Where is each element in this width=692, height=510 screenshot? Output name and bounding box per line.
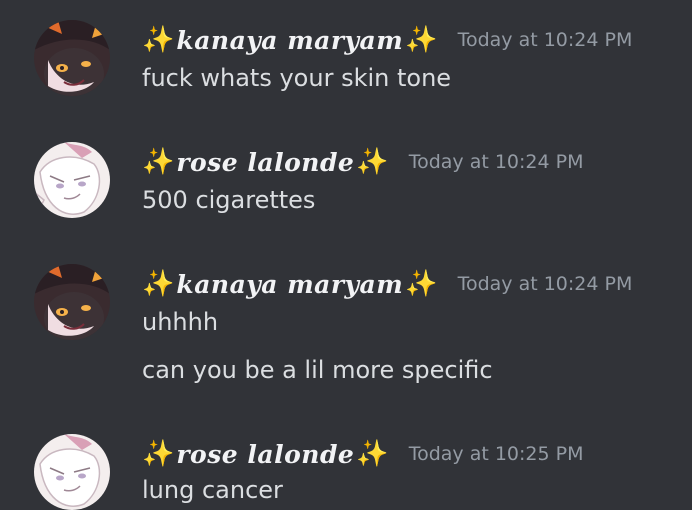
sparkles-icon: ✨ (142, 25, 175, 55)
username[interactable]: kanaya maryam (176, 26, 403, 55)
timestamp[interactable]: Today at 10:25 PM (409, 443, 584, 465)
sparkles-icon: ✨ (142, 147, 175, 177)
username[interactable]: kanaya maryam (176, 270, 403, 299)
sparkles-icon: ✨ (405, 269, 438, 299)
timestamp[interactable]: Today at 10:24 PM (458, 29, 633, 51)
message-header: ✨ rose lalonde ✨ Today at 10:25 PM (142, 437, 584, 471)
username[interactable]: rose lalonde (176, 440, 354, 469)
message-content: fuck whats your skin tone (142, 64, 452, 92)
message-list: ✨ kanaya maryam ✨ Today at 10:24 PM fuck… (0, 0, 692, 510)
sparkles-icon: ✨ (356, 439, 389, 469)
message-header: ✨ kanaya maryam ✨ Today at 10:24 PM (142, 23, 632, 57)
timestamp[interactable]: Today at 10:24 PM (458, 273, 633, 295)
username[interactable]: rose lalonde (176, 148, 354, 177)
message-content: can you be a lil more specific (142, 356, 493, 384)
timestamp[interactable]: Today at 10:24 PM (409, 151, 584, 173)
message-content: uhhhh (142, 308, 219, 336)
message-header: ✨ kanaya maryam ✨ Today at 10:24 PM (142, 267, 632, 301)
sparkles-icon: ✨ (356, 147, 389, 177)
sparkles-icon: ✨ (142, 269, 175, 299)
message-header: ✨ rose lalonde ✨ Today at 10:24 PM (142, 145, 584, 179)
rose-avatar[interactable] (34, 142, 110, 218)
message-content: 500 cigarettes (142, 186, 316, 214)
rose-avatar[interactable] (34, 434, 110, 510)
kanaya-avatar[interactable] (34, 264, 110, 340)
kanaya-avatar[interactable] (34, 20, 110, 96)
sparkles-icon: ✨ (405, 25, 438, 55)
sparkles-icon: ✨ (142, 439, 175, 469)
